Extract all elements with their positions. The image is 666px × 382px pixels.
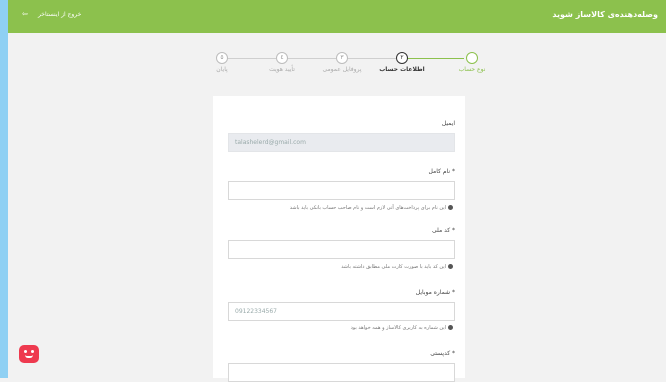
step-line (286, 58, 336, 59)
step-line (226, 58, 276, 59)
signup-stepper: ٥ ٤ ٣ ٢ پایان تأیید هویت پروفایل عمومی ا… (190, 46, 500, 86)
email-field: talashelerd@gmail.com (228, 133, 455, 152)
logout-icon[interactable]: ⇦ (22, 10, 28, 18)
brand-title: وصله‌دهنده‌ی کالاساز شوید (552, 10, 658, 19)
fullname-hint-text: این نام برای پرداخت‌های آتی لازم است و ن… (289, 205, 446, 211)
step-line-done (406, 58, 464, 59)
mobile-label: * شماره موبایل (415, 289, 455, 296)
step-label-1: نوع حساب (458, 66, 486, 73)
fullname-hint: این نام برای پرداخت‌های آتی لازم است و ن… (290, 205, 453, 211)
fullname-input[interactable] (228, 181, 455, 200)
national-code-input[interactable] (228, 240, 455, 259)
mobile-hint-text: این شماره به کاربری کالاساز و همه خواهد … (350, 325, 446, 331)
top-bar: وصله‌دهنده‌ی کالاساز شوید خروج از اینستا… (8, 0, 666, 33)
step-label-4: تأیید هویت (269, 66, 295, 73)
info-icon (448, 325, 453, 330)
mobile-hint: این شماره به کاربری کالاساز و همه خواهد … (351, 325, 453, 331)
mobile-input[interactable]: 09122334567 (228, 302, 455, 321)
step-label-5: پایان (216, 66, 228, 73)
step-circle-1 (466, 52, 478, 64)
national-code-label: * کد ملی (431, 227, 455, 234)
info-icon (448, 205, 453, 210)
national-code-hint: این کد باید با صورت کارت ملی مطابق داشته… (341, 264, 453, 270)
logout-link[interactable]: خروج از اینستاخر (38, 11, 81, 18)
chat-mouth (25, 355, 33, 358)
postal-code-label: * کدپستی (430, 350, 455, 357)
chat-eye (24, 350, 27, 353)
step-circle-3: ٣ (336, 52, 348, 64)
chat-widget-button[interactable] (19, 345, 39, 363)
step-circle-4: ٤ (276, 52, 288, 64)
info-icon (448, 264, 453, 269)
step-circle-2: ٢ (396, 52, 408, 64)
email-label: ایمیل (441, 120, 455, 127)
national-code-hint-text: این کد باید با صورت کارت ملی مطابق داشته… (341, 264, 446, 270)
step-label-2: اطلاعات حساب (379, 66, 425, 73)
postal-code-input[interactable] (228, 363, 455, 382)
fullname-label: * نام کامل (428, 168, 455, 175)
step-circle-5: ٥ (216, 52, 228, 64)
left-border (0, 0, 8, 378)
chat-eye (31, 350, 34, 353)
account-info-form: ایمیل talashelerd@gmail.com * نام کامل ا… (213, 96, 465, 382)
step-line (346, 58, 396, 59)
step-label-3: پروفایل عمومی (322, 66, 362, 73)
